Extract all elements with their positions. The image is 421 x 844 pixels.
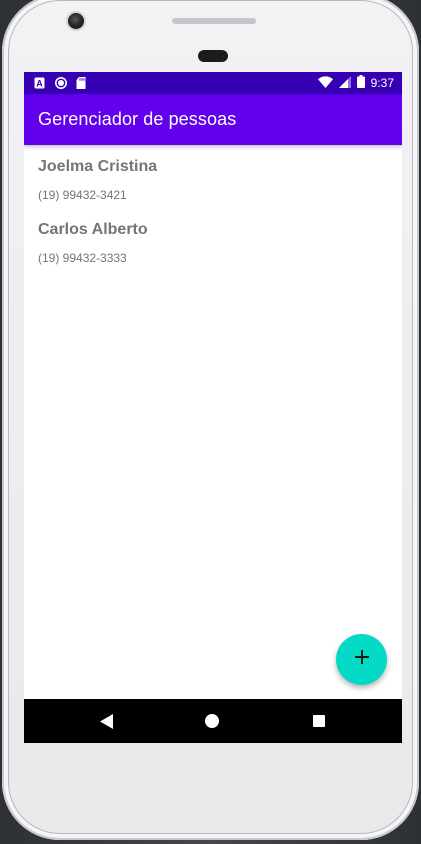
proximity-sensor (198, 50, 228, 62)
phone-frame: A 9:37 Gerenciador de pessoas Joelma Cri… (2, 0, 419, 840)
navigation-bar (24, 699, 402, 743)
earpiece-speaker (172, 18, 256, 24)
a-notification-icon: A (34, 76, 45, 89)
person-phone: (19) 99432-3421 (38, 188, 127, 202)
status-bar: A 9:37 (24, 72, 402, 94)
front-camera (68, 13, 84, 29)
person-name: Joelma Cristina (38, 158, 158, 175)
person-phone: (19) 99432-3333 (38, 251, 127, 265)
sd-card-icon (76, 76, 87, 89)
status-system: 9:37 (317, 75, 394, 91)
app-title: Gerenciador de pessoas (38, 109, 237, 129)
plus-icon (354, 649, 370, 670)
list-item[interactable]: Carlos Alberto (19) 99432-3333 (24, 215, 402, 278)
svg-text:A: A (36, 79, 43, 89)
recents-icon[interactable] (313, 715, 325, 727)
clock: 9:37 (370, 76, 394, 90)
person-name: Carlos Alberto (38, 221, 148, 238)
device-screen: A 9:37 Gerenciador de pessoas Joelma Cri… (24, 72, 402, 743)
add-person-button[interactable] (336, 634, 387, 685)
people-list: Joelma Cristina (19) 99432-3421 Carlos A… (24, 152, 402, 278)
home-icon[interactable] (205, 714, 219, 728)
back-icon[interactable] (100, 714, 113, 734)
battery-icon (356, 75, 365, 91)
signal-icon (338, 75, 351, 91)
app-bar: Gerenciador de pessoas (24, 94, 402, 145)
circle-notification-icon (55, 76, 67, 89)
wifi-icon (317, 75, 333, 91)
emulator-stage: A 9:37 Gerenciador de pessoas Joelma Cri… (0, 0, 421, 844)
list-item[interactable]: Joelma Cristina (19) 99432-3421 (24, 152, 402, 215)
status-notifications: A (34, 76, 87, 89)
